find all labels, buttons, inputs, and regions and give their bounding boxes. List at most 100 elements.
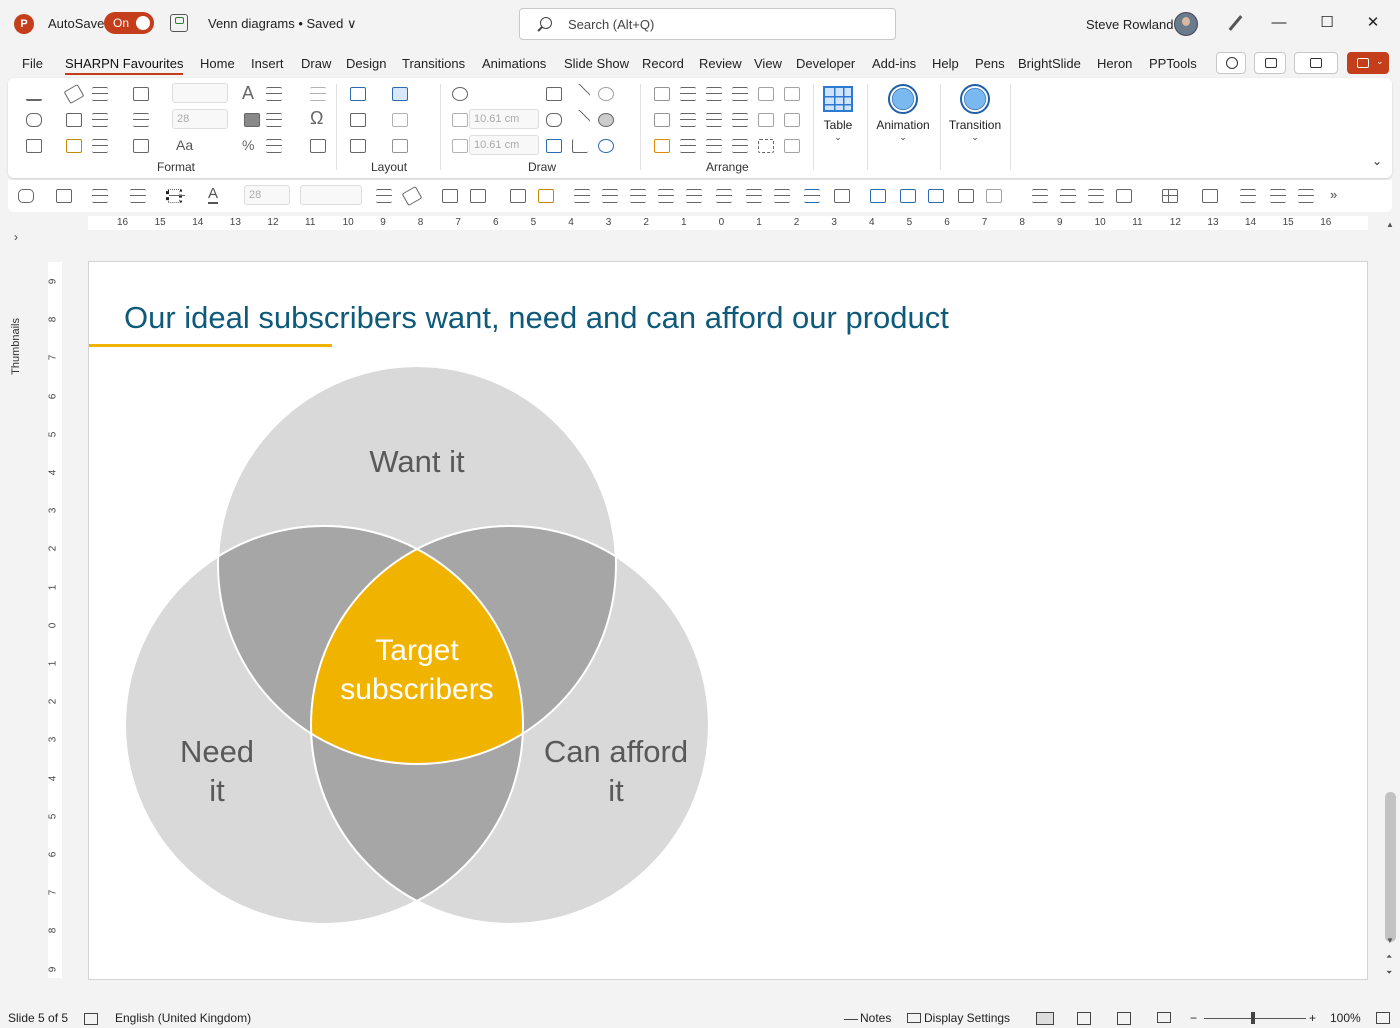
- maximize-button[interactable]: ☐: [1312, 10, 1342, 36]
- tab-brightslide[interactable]: BrightSlide: [1018, 56, 1081, 71]
- align-bottom-icon[interactable]: [716, 189, 732, 203]
- tab-record[interactable]: Record: [642, 56, 684, 71]
- align-top-icon[interactable]: [602, 189, 618, 203]
- display-settings-button[interactable]: Display Settings: [924, 1011, 1010, 1025]
- tab-pens[interactable]: Pens: [975, 56, 1005, 71]
- arrow-icon[interactable]: [569, 109, 591, 131]
- zoom-slider-handle[interactable]: [1251, 1012, 1255, 1024]
- border-icon[interactable]: [92, 139, 108, 153]
- font-name-dropdown[interactable]: [172, 83, 228, 103]
- outline-icon[interactable]: [26, 139, 42, 153]
- send-backward-icon[interactable]: [654, 113, 670, 127]
- fill-icon[interactable]: [18, 189, 34, 203]
- tab-home[interactable]: Home: [200, 56, 235, 71]
- share-button[interactable]: ⌄: [1347, 52, 1389, 74]
- spacing-icon[interactable]: [133, 87, 149, 101]
- distribute-icon[interactable]: [732, 87, 748, 101]
- notes-button[interactable]: Notes: [860, 1011, 891, 1025]
- align-middle-icon[interactable]: [630, 189, 646, 203]
- bullets-icon[interactable]: [266, 87, 282, 101]
- table-columns-icon[interactable]: [1270, 189, 1286, 203]
- clipboard-icon[interactable]: [510, 189, 526, 203]
- outline-icon[interactable]: [56, 189, 72, 203]
- close-button[interactable]: ✕: [1358, 10, 1388, 36]
- scroll-up-icon[interactable]: ▲: [1386, 220, 1394, 229]
- group-icon[interactable]: [732, 139, 748, 153]
- symbol-icon[interactable]: Ω: [310, 108, 323, 129]
- distribute-vertical-icon[interactable]: [732, 113, 748, 127]
- fit-to-window-icon[interactable]: [1376, 1012, 1390, 1024]
- transition-button[interactable]: Transition ⌄: [944, 84, 1006, 143]
- bring-forward-icon[interactable]: [654, 87, 670, 101]
- shape-effects-icon[interactable]: [598, 113, 614, 127]
- stretch-icon[interactable]: [958, 189, 974, 203]
- align-left-icon[interactable]: [680, 87, 696, 101]
- tab-view[interactable]: View: [754, 56, 782, 71]
- change-case-icon[interactable]: Aa: [176, 137, 193, 153]
- eraser-icon[interactable]: [470, 189, 486, 203]
- style-icon[interactable]: [66, 113, 82, 127]
- qat-font-size-dropdown[interactable]: 28: [244, 185, 290, 205]
- chevron-right-icon[interactable]: ›: [14, 230, 18, 244]
- zoom-in-button[interactable]: +: [1309, 1011, 1316, 1025]
- selection-pane-icon[interactable]: [654, 139, 670, 153]
- rotate-icon[interactable]: [598, 139, 614, 153]
- paste-special-icon[interactable]: [538, 189, 554, 203]
- designer-pen-icon[interactable]: [1226, 14, 1244, 32]
- previous-slide-icon[interactable]: ⏶: [1386, 952, 1392, 962]
- slide-canvas[interactable]: Want it Need it Can afford it Target sub…: [88, 261, 1368, 980]
- mirror-icon[interactable]: [784, 87, 800, 101]
- autosave-toggle[interactable]: On: [104, 12, 154, 34]
- vertical-scrollbar[interactable]: ▲ ▼ ⏶ ⏷: [1383, 216, 1398, 982]
- avatar[interactable]: [1174, 12, 1198, 36]
- record-button[interactable]: [1216, 52, 1246, 74]
- align-middle-icon[interactable]: [706, 113, 722, 127]
- tab-developer[interactable]: Developer: [796, 56, 855, 71]
- table-borders-icon[interactable]: [1202, 189, 1218, 203]
- search-input[interactable]: Search (Alt+Q): [519, 8, 896, 40]
- table-rows-icon[interactable]: [1240, 189, 1256, 203]
- shape-fill-icon[interactable]: [244, 113, 260, 127]
- text-box-icon[interactable]: [546, 139, 562, 153]
- rotate-right-icon[interactable]: [784, 113, 800, 127]
- align-top-icon[interactable]: [706, 87, 722, 101]
- tab-insert[interactable]: Insert: [251, 56, 284, 71]
- align-right-icon[interactable]: [680, 139, 696, 153]
- percent-icon[interactable]: %: [242, 137, 254, 153]
- arrows-icon[interactable]: [130, 189, 146, 203]
- align-icon[interactable]: [310, 87, 326, 101]
- minimize-button[interactable]: —: [1264, 10, 1294, 36]
- table-button[interactable]: Table ⌄: [820, 86, 856, 143]
- shapes-icon[interactable]: [452, 87, 468, 101]
- slide-layout-icon[interactable]: [392, 87, 408, 101]
- resize-icon[interactable]: [928, 189, 944, 203]
- flip-icon[interactable]: [758, 87, 774, 101]
- font-size-dropdown[interactable]: 28: [172, 109, 228, 129]
- thumbnails-label[interactable]: Thumbnails: [10, 318, 22, 375]
- text-bottom-icon[interactable]: [1088, 189, 1104, 203]
- format-painter-icon[interactable]: [401, 185, 423, 207]
- tab-review[interactable]: Review: [699, 56, 742, 71]
- distribute-icon[interactable]: [746, 189, 762, 203]
- format-painter-icon[interactable]: [63, 83, 85, 105]
- zoom-level[interactable]: 100%: [1330, 1011, 1361, 1025]
- delete-icon[interactable]: [392, 113, 408, 127]
- highlight-icon[interactable]: [133, 139, 149, 153]
- line-weight-icon[interactable]: [92, 87, 108, 101]
- send-to-back-icon[interactable]: [804, 189, 820, 203]
- scroll-down-icon[interactable]: ▼: [1386, 936, 1394, 945]
- match-size-icon[interactable]: [834, 189, 850, 203]
- line-spacing-icon[interactable]: [376, 189, 392, 203]
- tab-help[interactable]: Help: [932, 56, 959, 71]
- comments-button[interactable]: [1294, 52, 1338, 74]
- align-bottom-icon[interactable]: [706, 139, 722, 153]
- font-color-icon[interactable]: A: [208, 185, 219, 204]
- width-icon[interactable]: [452, 139, 468, 153]
- slide-sorter-icon[interactable]: [1077, 1012, 1091, 1025]
- next-slide-icon[interactable]: ⏷: [1386, 968, 1392, 978]
- zoom-out-button[interactable]: −: [1190, 1011, 1197, 1025]
- numbering-icon[interactable]: [266, 113, 282, 127]
- rectangle-icon[interactable]: [546, 87, 562, 101]
- text-top-icon[interactable]: [1032, 189, 1048, 203]
- tab-pptools[interactable]: PPTools: [1149, 56, 1197, 71]
